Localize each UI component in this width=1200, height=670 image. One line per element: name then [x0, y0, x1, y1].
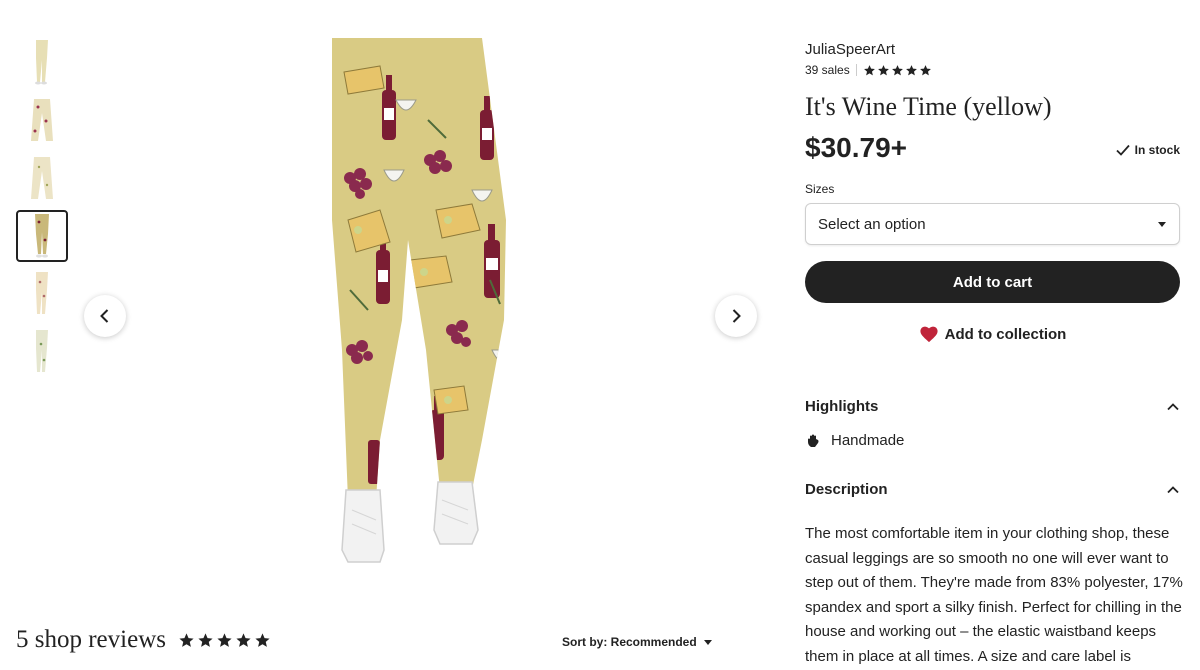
stock-status: In stock: [1115, 142, 1180, 158]
stock-status-label: In stock: [1134, 143, 1180, 157]
add-to-cart-button[interactable]: Add to cart: [805, 261, 1180, 303]
star-icon: [179, 632, 194, 647]
product-price: $30.79+: [805, 132, 907, 163]
highlights-label: Highlights: [805, 398, 879, 415]
add-to-collection-label: Add to collection: [944, 325, 1067, 343]
sales-count: 39 sales: [805, 63, 850, 77]
thumbnail-1[interactable]: [16, 36, 68, 88]
star-icon: [863, 64, 875, 75]
sort-label: Sort by: Recommended: [562, 635, 697, 649]
highlight-item-handmade: Handmade: [805, 432, 904, 449]
shop-reviews-title: 5 shop reviews: [16, 626, 166, 653]
leggings-product-photo: [332, 38, 506, 563]
thumbnail-list: [16, 36, 68, 384]
leggings-thumbnail-image: [31, 157, 53, 199]
heart-icon: [920, 326, 938, 343]
sizes-label: Sizes: [805, 182, 835, 196]
thumbnail-4-active[interactable]: [16, 210, 68, 262]
leggings-thumbnail-image: [36, 330, 48, 372]
description-toggle[interactable]: Description: [805, 481, 1180, 498]
sizes-select[interactable]: Select an option: [805, 203, 1180, 245]
hand-icon: [808, 434, 819, 447]
highlight-label: Handmade: [831, 432, 905, 449]
star-icon: [198, 632, 213, 647]
thumbnail-6[interactable]: [16, 326, 68, 378]
star-icon: [919, 64, 931, 75]
caret-down-icon: [1158, 222, 1166, 227]
shop-rating-stars: [863, 64, 932, 77]
leggings-thumbnail-image: [31, 99, 53, 141]
thumbnail-2[interactable]: [16, 94, 68, 146]
add-to-collection-button[interactable]: Add to collection: [805, 316, 1180, 352]
star-icon: [236, 632, 251, 647]
product-title: It's Wine Time (yellow): [805, 92, 1052, 121]
caret-down-icon: [703, 640, 712, 645]
star-icon: [217, 632, 232, 647]
highlights-toggle[interactable]: Highlights: [805, 398, 1180, 415]
main-product-image: [80, 20, 760, 580]
chevron-left-icon: [100, 309, 109, 323]
next-image-button[interactable]: [715, 295, 757, 337]
review-rating-stars: [178, 632, 271, 649]
shop-sales-row: 39 sales: [805, 63, 932, 77]
shop-reviews-header: 5 shop reviews: [16, 626, 271, 654]
chevron-up-icon: [1167, 402, 1179, 410]
leggings-thumbnail-image: [36, 272, 48, 314]
divider: [855, 64, 857, 76]
star-icon: [877, 64, 889, 75]
chevron-up-icon: [1167, 485, 1179, 493]
sizes-select-value: Select an option: [818, 215, 926, 233]
previous-image-button[interactable]: [84, 295, 126, 337]
leggings-thumbnail-image: [35, 214, 49, 258]
sort-reviews-dropdown[interactable]: Sort by: Recommended: [562, 635, 713, 649]
chevron-right-icon: [732, 309, 741, 323]
star-icon: [891, 64, 903, 75]
star-icon: [255, 632, 270, 647]
description-text: The most comfortable item in your clothi…: [805, 525, 1183, 665]
checkmark-icon: [1116, 144, 1130, 156]
description-label: Description: [805, 481, 888, 498]
star-icon: [905, 64, 917, 75]
thumbnail-3[interactable]: [16, 152, 68, 204]
leggings-thumbnail-image: [35, 40, 48, 85]
thumbnail-5[interactable]: [16, 268, 68, 320]
shop-name-link[interactable]: JuliaSpeerArt: [805, 41, 895, 58]
